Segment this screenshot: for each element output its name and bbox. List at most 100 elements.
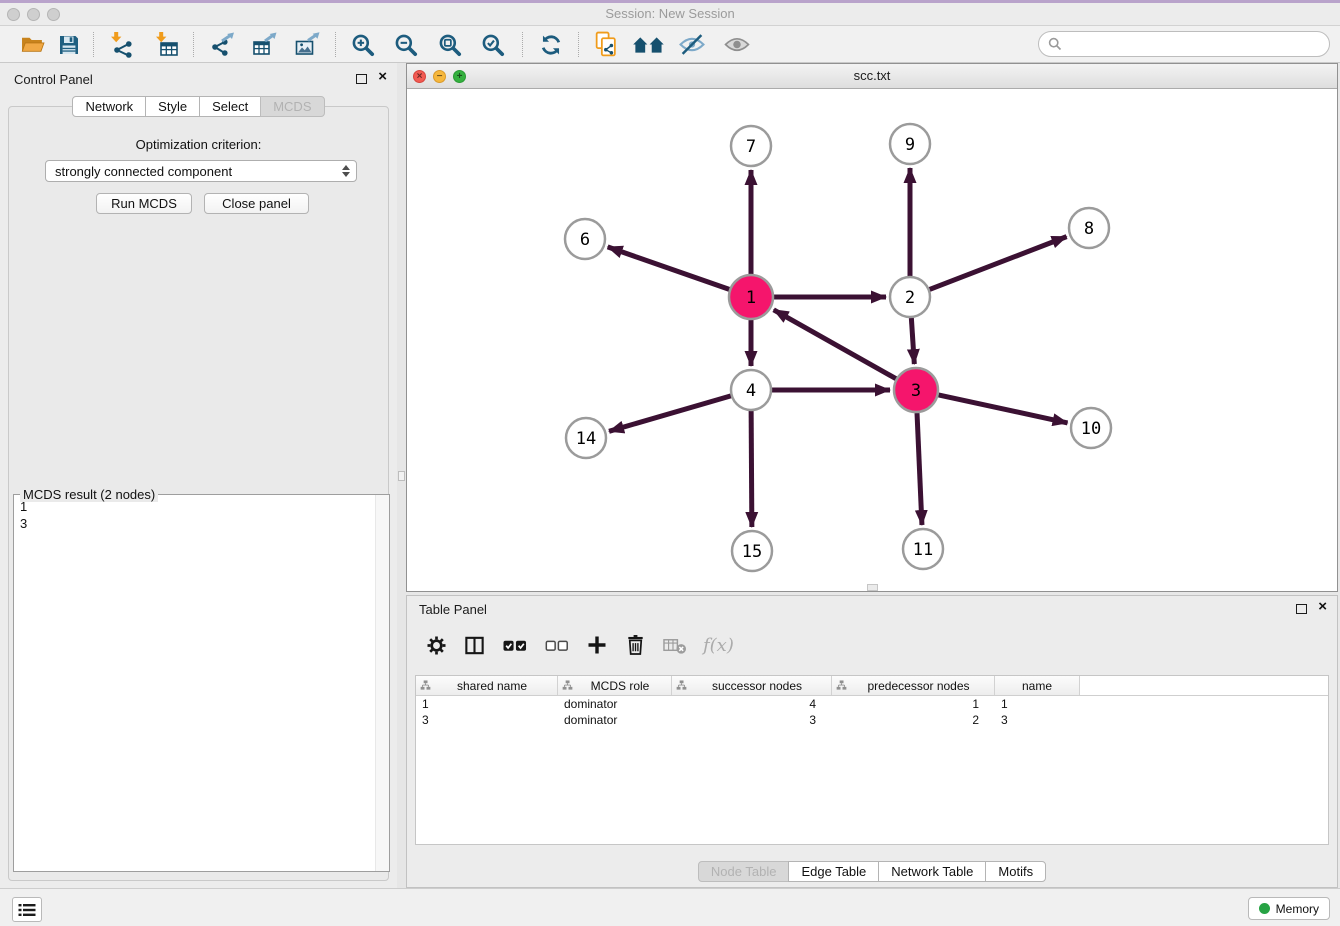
table-cell[interactable]: dominator [558,696,672,712]
delete-row-button[interactable] [624,633,647,657]
table-cell[interactable]: 3 [672,712,832,728]
plus-icon [585,633,609,657]
vertical-splitter[interactable] [397,63,406,888]
tab-mcds[interactable]: MCDS [260,96,324,117]
zoom-out-button[interactable] [392,30,420,59]
table-cell[interactable]: 3 [995,712,1080,728]
refresh-icon [538,32,564,58]
table-cell[interactable]: 1 [832,696,995,712]
export-network-button[interactable] [208,30,236,59]
memory-button[interactable]: Memory [1248,897,1330,920]
result-scrollbar[interactable] [375,495,389,871]
column-header-mcds-role[interactable]: MCDS role [558,676,672,695]
table-settings-button[interactable] [425,634,448,657]
save-session-button[interactable] [55,30,83,59]
add-row-button[interactable] [585,633,609,657]
column-header-label: successor nodes [687,679,827,693]
control-panel-float-button[interactable] [356,74,367,84]
graph-node-10[interactable]: 10 [1071,408,1111,448]
table-cell[interactable]: 2 [832,712,995,728]
graph-node-3[interactable]: 3 [894,368,938,412]
graph-node-15[interactable]: 15 [732,531,772,571]
graph-edge-1-6[interactable] [608,247,730,289]
graph-edge-4-15[interactable] [751,411,752,527]
select-all-button[interactable] [501,634,529,657]
svg-text:11: 11 [913,540,933,560]
new-network-from-selection-button[interactable] [592,30,620,59]
graph-edge-2-3[interactable] [911,318,914,364]
graph-node-11[interactable]: 11 [903,529,943,569]
graph-node-4[interactable]: 4 [731,370,771,410]
table-row[interactable]: 3dominator323 [416,712,1328,728]
graph-edge-3-10[interactable] [938,395,1067,423]
open-session-button[interactable] [19,30,47,59]
table-row[interactable]: 1dominator411 [416,696,1328,712]
search-field[interactable] [1038,31,1330,57]
table-panel-title: Table Panel [419,602,487,617]
function-builder-button[interactable]: f(x) [703,635,734,656]
tab-style[interactable]: Style [145,96,200,117]
export-table-icon [251,31,278,58]
graph-node-2[interactable]: 2 [890,277,930,317]
export-image-button[interactable] [293,30,321,59]
graph-node-1[interactable]: 1 [729,275,773,319]
toolbar-separator [93,32,94,57]
hide-selected-button[interactable] [678,30,706,59]
graph-edge-4-14[interactable] [609,396,731,431]
network-window-titlebar[interactable]: × − + scc.txt [407,64,1337,89]
network-graph[interactable]: 1 2 3 4 6 7 8 9 10 11 14 15 [407,89,1337,591]
tab-network-table[interactable]: Network Table [878,861,986,882]
network-window: × − + scc.txt 1 2 3 4 6 7 8 9 10 11 14 15 [406,63,1338,592]
criterion-select[interactable]: strongly connected component [45,160,357,182]
refresh-layout-button[interactable] [537,30,565,59]
show-column-button[interactable] [463,634,486,657]
column-header-name[interactable]: name [995,676,1080,695]
tab-select[interactable]: Select [199,96,261,117]
export-table-button[interactable] [250,30,278,59]
graph-edge-3-1[interactable] [774,310,896,379]
mcds-result-line: 1 [20,498,370,515]
splitter-grip[interactable] [398,471,405,481]
network-canvas[interactable]: 1 2 3 4 6 7 8 9 10 11 14 15 [407,89,1337,591]
zoom-in-button[interactable] [349,30,377,59]
import-network-button[interactable] [107,30,135,59]
first-neighbors-button[interactable] [632,30,666,59]
graph-edge-2-8[interactable] [930,237,1067,290]
table-cell[interactable]: dominator [558,712,672,728]
graph-node-9[interactable]: 9 [890,124,930,164]
tab-motifs[interactable]: Motifs [985,861,1046,882]
tab-node-table[interactable]: Node Table [698,861,790,882]
graph-edge-3-11[interactable] [917,413,922,525]
close-panel-button[interactable]: Close panel [204,193,309,214]
table-panel-float-button[interactable] [1296,604,1307,614]
graph-node-14[interactable]: 14 [566,418,606,458]
graph-node-7[interactable]: 7 [731,126,771,166]
control-panel-close-button[interactable]: × [378,68,387,86]
svg-text:4: 4 [746,381,756,401]
graph-node-8[interactable]: 8 [1069,208,1109,248]
svg-text:3: 3 [911,381,921,401]
zoom-fit-button[interactable] [436,30,464,59]
tab-edge-table[interactable]: Edge Table [788,861,879,882]
node-table[interactable]: shared nameMCDS role successor nodes prede… [415,675,1329,845]
run-mcds-button[interactable]: Run MCDS [96,193,192,214]
column-header-successor-nodes[interactable]: successor nodes [672,676,832,695]
import-table-button[interactable] [152,30,180,59]
table-panel-close-button[interactable]: × [1318,598,1327,616]
column-header-predecessor-nodes[interactable]: predecessor nodes [832,676,995,695]
show-all-button[interactable] [723,30,751,59]
delete-table-button[interactable] [662,634,688,657]
graph-node-6[interactable]: 6 [565,219,605,259]
table-cell[interactable]: 4 [672,696,832,712]
column-header-shared-name[interactable]: shared name [416,676,558,695]
unselect-all-button[interactable] [544,634,570,657]
task-history-button[interactable] [12,897,42,922]
memory-label: Memory [1276,902,1319,916]
table-cell[interactable]: 3 [416,712,558,728]
table-cell[interactable]: 1 [995,696,1080,712]
search-input[interactable] [1068,37,1320,52]
canvas-splitter-grip[interactable] [867,584,878,591]
zoom-selected-button[interactable] [479,30,507,59]
tab-network[interactable]: Network [72,96,146,117]
table-cell[interactable]: 1 [416,696,558,712]
